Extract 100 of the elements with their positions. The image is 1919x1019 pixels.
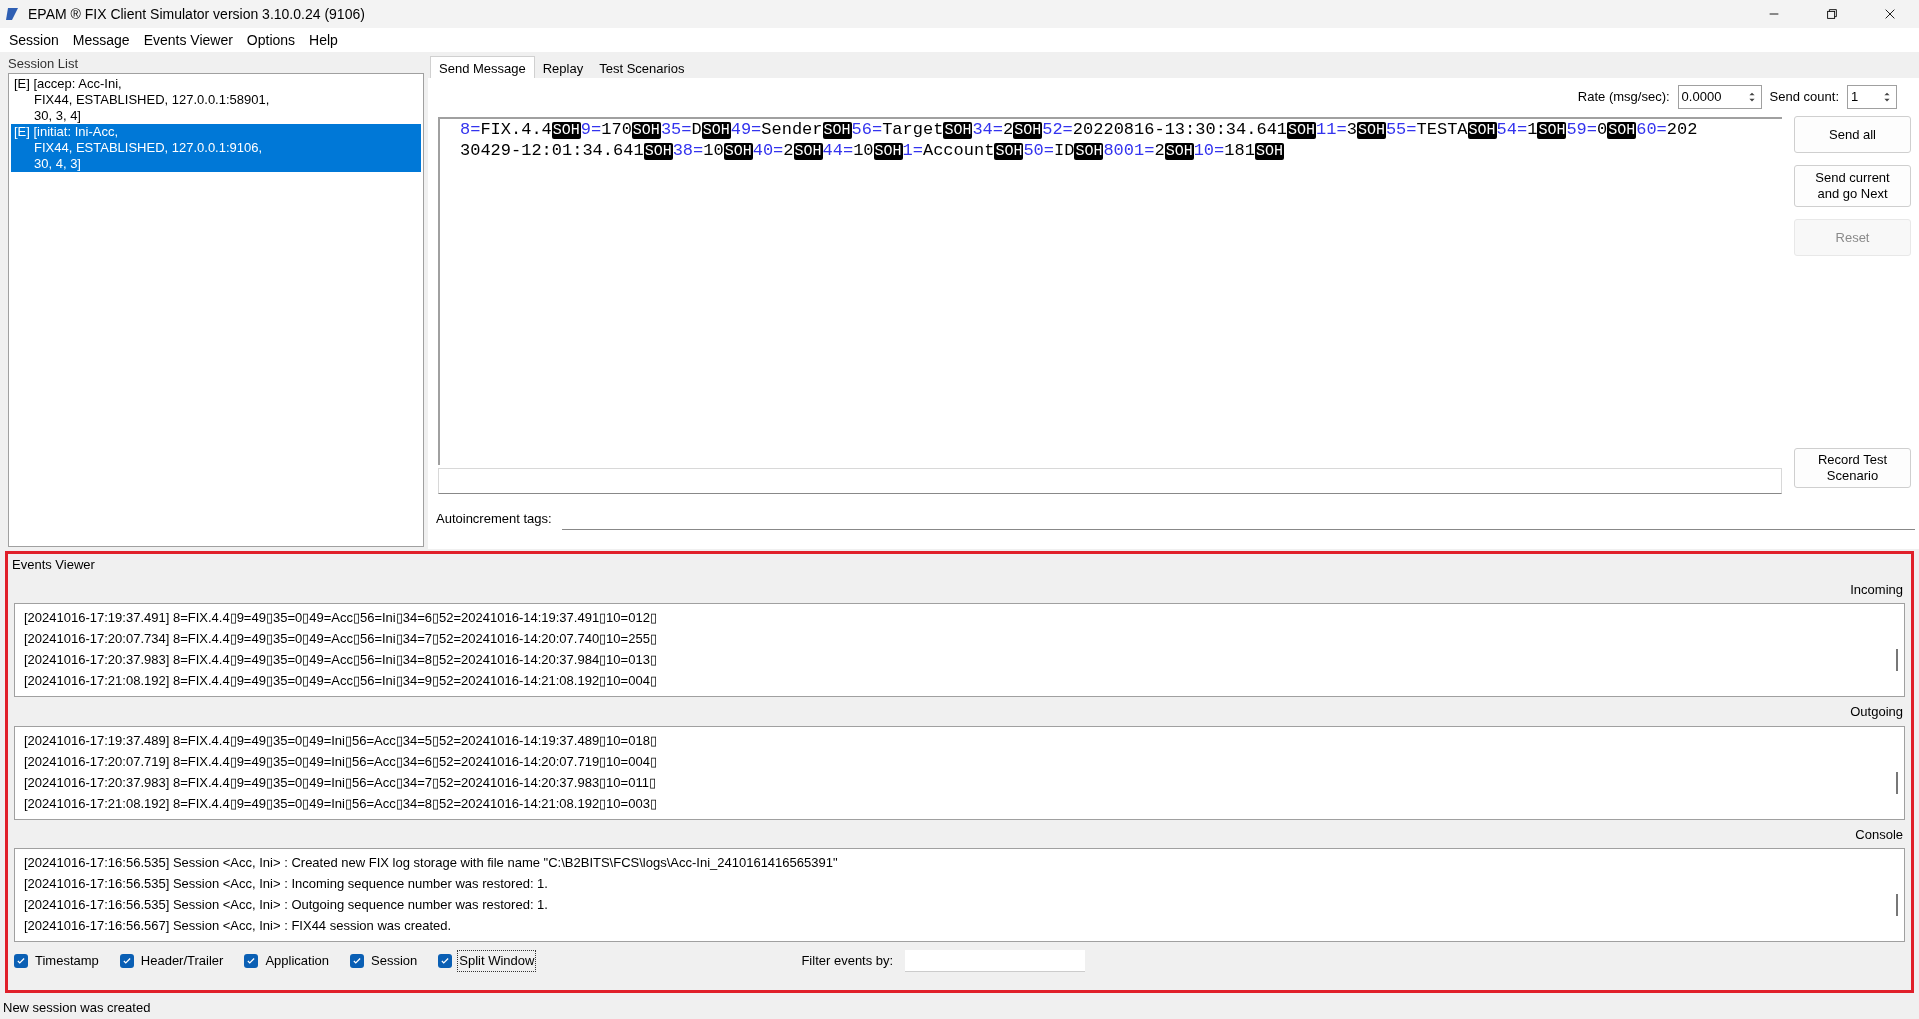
tab[interactable]: Send Message — [430, 56, 535, 78]
soh-marker: SOH — [1287, 122, 1317, 139]
tag-value: 10 — [703, 141, 724, 160]
session-item[interactable]: [E] [initiat: Ini-Acc, FIX44, ESTABLISHED, 127.0.0.1:9106, 30, 4, 3] — [11, 124, 421, 172]
tag-value: 202 — [1666, 120, 1698, 139]
pane-label: Outgoing — [1850, 703, 1904, 721]
message-editor[interactable] — [438, 117, 1782, 465]
scrollbar-thumb[interactable] — [1896, 649, 1898, 671]
tag-value: TESTA — [1416, 120, 1468, 139]
check-icon — [121, 956, 132, 966]
checkbox[interactable] — [14, 954, 28, 968]
log-line: [20241016-17:19:37.491] 8=FIX.4.4▯9=49▯35=0▯49=Acc▯56=Ini▯34=6▯52=20241016-14:19:37.491▯10=012▯ — [24, 609, 658, 627]
log-line: [20241016-17:16:56.535] Session <Acc, Ini> : Created new FIX log storage with file name "C:\B2BITS\FCS\logs\Acc-Ini_2410161416565391" — [24, 854, 839, 872]
field-label: Autoincrement tags: — [436, 510, 552, 529]
filter-field[interactable] — [905, 950, 1086, 972]
checkbox-label[interactable]: Application — [264, 951, 331, 971]
menu-item[interactable]: Events Viewer — [136, 29, 240, 51]
tag-value: 2 — [1003, 120, 1014, 139]
tag-value: 0 — [1597, 120, 1608, 139]
soh-marker: SOH — [1164, 143, 1194, 160]
menu-item[interactable]: Session — [2, 29, 66, 51]
log-line: [20241016-17:20:07.719] 8=FIX.4.4▯9=49▯35=0▯49=Ini▯56=Acc▯34=6▯52=20241016-14:20:07.719▯10=004▯ — [24, 752, 658, 771]
restore-icon[interactable] — [1825, 7, 1839, 21]
soh-marker: SOH — [1254, 143, 1284, 160]
check-icon — [246, 956, 257, 966]
checkbox[interactable] — [119, 954, 134, 968]
action-button[interactable]: Send current and go Next — [1794, 165, 1911, 207]
action-button[interactable]: Send all — [1794, 116, 1911, 153]
send-count-field[interactable]: 1 — [1847, 85, 1897, 109]
field-label: Send count: — [1769, 88, 1839, 107]
soh-marker: SOH — [943, 122, 973, 139]
tag-number: 9= — [580, 120, 602, 139]
tag-number: 56= — [851, 120, 883, 139]
soh-marker: SOH — [643, 143, 673, 160]
log-line: [20241016-17:21:08.192] 8=FIX.4.4▯9=49▯35=0▯49=Acc▯56=Ini▯34=9▯52=20241016-14:21:08.192▯10=004▯ — [24, 672, 658, 690]
menu-item[interactable]: Message — [65, 29, 137, 51]
tag-value: 2 — [1154, 141, 1165, 160]
tag-value: 170 — [601, 120, 632, 139]
check-icon — [352, 956, 363, 966]
tag-number: 52= — [1042, 120, 1073, 139]
tag-number: 49= — [730, 120, 762, 139]
soh-marker: SOH — [873, 143, 903, 160]
checkbox-label[interactable]: Timestamp — [34, 951, 100, 971]
log-line: [20241016-17:20:07.734] 8=FIX.4.4▯9=49▯35=0▯49=Acc▯56=Ini▯34=7▯52=20241016-14:20:07.740▯10=255▯ — [24, 630, 658, 648]
panel-title: Events Viewer — [12, 556, 95, 574]
menu-item[interactable]: Help — [302, 29, 345, 51]
tag-value: 10 — [853, 141, 874, 160]
checkbox[interactable] — [350, 954, 365, 968]
soh-marker: SOH — [631, 122, 661, 139]
tab[interactable]: Replay — [534, 59, 592, 78]
tag-number: 35= — [660, 120, 692, 139]
menu-item[interactable]: Options — [239, 29, 303, 51]
soh-marker: SOH — [551, 122, 581, 139]
checkbox-label[interactable]: Split Window — [458, 951, 536, 971]
log-line: [20241016-17:16:56.535] Session <Acc, Ini> : Incoming sequence number was restored: 1. — [24, 875, 549, 893]
text-field[interactable] — [438, 468, 1782, 494]
log-line: [20241016-17:16:56.535] Session <Acc, Ini> : Outgoing sequence number was restored: 1. — [24, 896, 549, 914]
soh-marker: SOH — [1356, 122, 1386, 139]
soh-marker: SOH — [1074, 143, 1104, 160]
tag-value: 30429-12:01:34.641 — [460, 141, 644, 160]
tag-number: 40= — [752, 141, 784, 160]
log-line: [20241016-17:20:37.983] 8=FIX.4.4▯9=49▯35=0▯49=Acc▯56=Ini▯34=8▯52=20241016-14:20:37.984▯10=013▯ — [24, 651, 658, 669]
checkbox[interactable] — [438, 954, 453, 968]
scrollbar-thumb[interactable] — [1896, 771, 1898, 794]
tag-value: 1 — [1527, 120, 1538, 139]
field-label: Filter events by: — [801, 952, 894, 971]
tag-number: 34= — [972, 120, 1003, 139]
tag-value: 181 — [1224, 141, 1255, 160]
tag-value: Sender — [761, 120, 823, 139]
tag-number: 44= — [822, 141, 854, 160]
soh-marker: SOH — [1537, 122, 1567, 139]
tag-number: 55= — [1385, 120, 1417, 139]
soh-marker: SOH — [723, 143, 753, 160]
tag-number: 11= — [1316, 120, 1347, 139]
tag-value: 3 — [1346, 120, 1357, 139]
field-label: Rate (msg/sec): — [1577, 88, 1670, 107]
tag-number: 8= — [460, 120, 481, 139]
rate-field[interactable]: 0.0000 — [1677, 85, 1762, 109]
panel-title: Session List — [8, 55, 80, 73]
tag-value: Target — [882, 120, 944, 139]
tag-number: 54= — [1496, 120, 1528, 139]
close-icon[interactable] — [1883, 7, 1897, 21]
scrollbar-thumb[interactable] — [1896, 894, 1898, 916]
soh-marker: SOH — [701, 122, 731, 139]
soh-marker: SOH — [1013, 122, 1043, 139]
checkbox[interactable] — [244, 954, 259, 968]
checkbox-label[interactable]: Header/Trailer — [139, 951, 225, 971]
session-item[interactable]: [E] [accep: Acc-Ini, FIX44, ESTABLISHED, 127.0.0.1:58901, 30, 3, 4] — [11, 76, 421, 124]
soh-marker: SOH — [1467, 122, 1497, 139]
tag-number: 59= — [1566, 120, 1597, 139]
record-button[interactable]: Record Test Scenario — [1794, 448, 1911, 488]
tag-number: 50= — [1023, 141, 1054, 160]
checkbox-label[interactable]: Session — [370, 951, 419, 971]
app-logo-icon — [4, 6, 20, 22]
tag-number: 10= — [1193, 141, 1225, 160]
tag-number: 60= — [1636, 120, 1667, 139]
log-line: [20241016-17:21:08.192] 8=FIX.4.4▯9=49▯35=0▯49=Ini▯56=Acc▯34=8▯52=20241016-14:21:08.192▯10=003▯ — [24, 794, 658, 813]
tab[interactable]: Test Scenarios — [591, 59, 693, 78]
check-icon — [440, 956, 451, 966]
window-title: EPAM ® FIX Client Simulator version 3.10.0.24 (9106) — [28, 4, 365, 24]
